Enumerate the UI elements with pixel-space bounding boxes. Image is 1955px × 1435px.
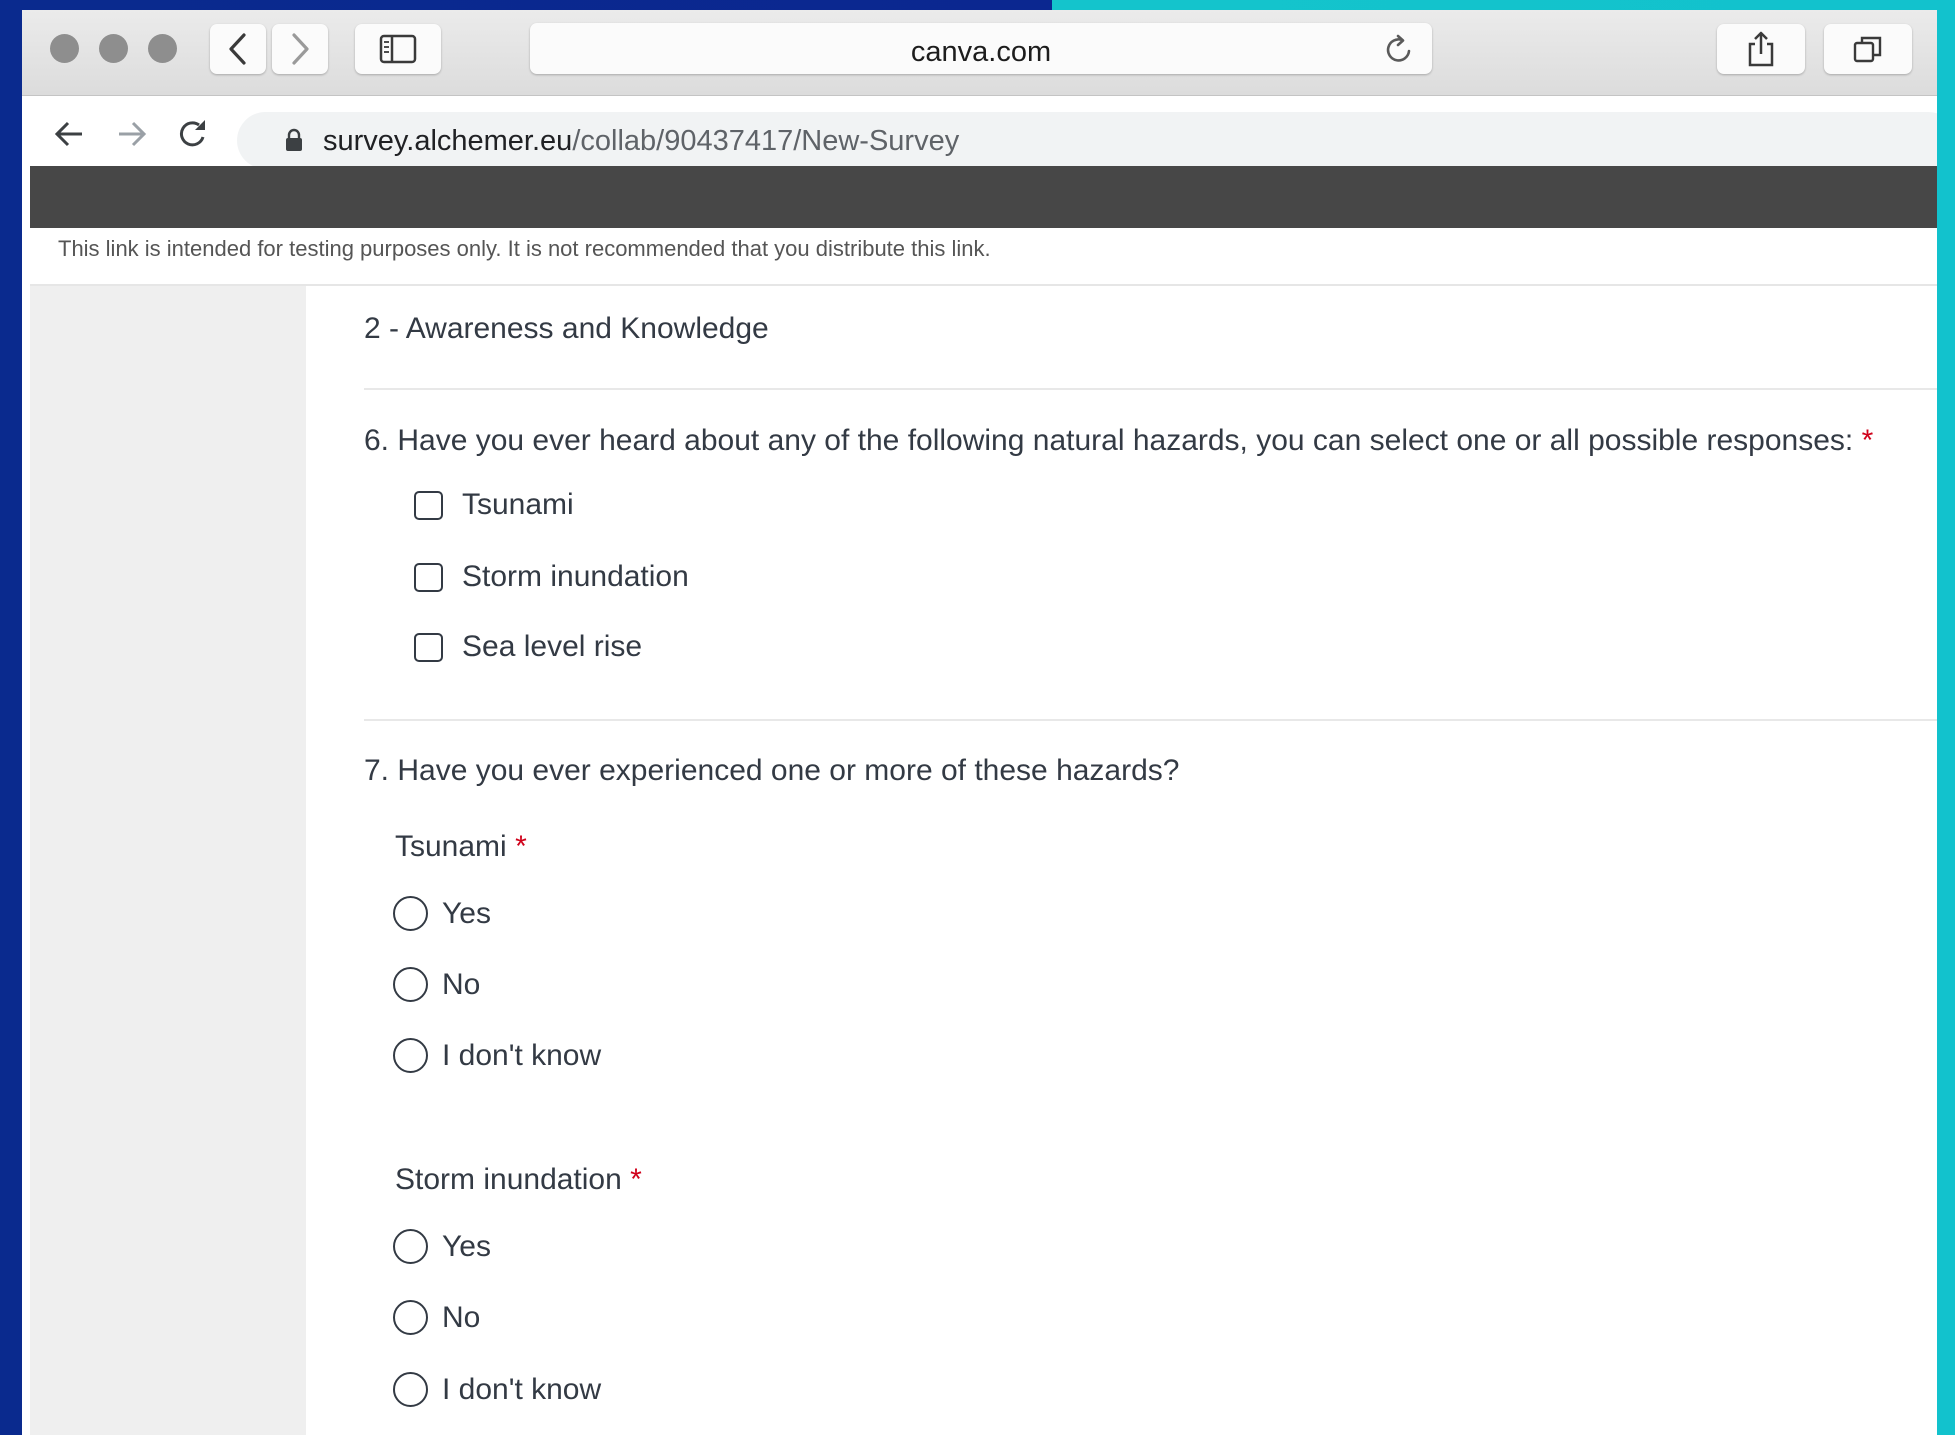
back-arrow-icon[interactable] (52, 116, 88, 152)
survey-content: 2 - Awareness and Knowledge 6. Have you … (364, 286, 1937, 1435)
tabs-icon (1853, 36, 1882, 63)
q7-storm-yes[interactable]: Yes (393, 1229, 491, 1264)
required-marker: * (515, 830, 527, 863)
radio-button[interactable] (393, 1300, 428, 1335)
q7-tsunami-no[interactable]: No (393, 967, 480, 1002)
url-host: survey.alchemer.eu (323, 125, 573, 157)
radio-button[interactable] (393, 1372, 428, 1407)
sidebar-icon (379, 34, 417, 64)
chevron-right-icon (292, 33, 309, 65)
url-path: /collab/90437417/New-Survey (572, 125, 960, 157)
option-label: No (442, 967, 481, 1001)
forward-button[interactable] (272, 24, 328, 74)
required-marker: * (1861, 424, 1874, 457)
title-url-text: canva.com (910, 36, 1052, 68)
option-label: No (442, 1300, 481, 1334)
q7-tsunami-dont-know[interactable]: I don't know (393, 1038, 601, 1073)
refresh-icon[interactable] (175, 116, 211, 152)
q6-option-sea-level-rise[interactable]: Sea level rise (414, 630, 642, 664)
browser-toolbar: survey.alchemer.eu/collab/90437417/New-S… (22, 96, 1937, 176)
title-bar: canva.com (22, 10, 1937, 96)
option-label: Yes (442, 896, 491, 930)
option-label: I don't know (442, 1038, 602, 1072)
q7-tsunami-yes[interactable]: Yes (393, 896, 491, 931)
survey-header-bar (30, 166, 1937, 228)
reload-icon[interactable] (1384, 33, 1414, 65)
share-button[interactable] (1717, 24, 1805, 74)
tabs-button[interactable] (1824, 24, 1912, 74)
q6-option-storm-inundation[interactable]: Storm inundation (414, 560, 689, 594)
zoom-dot-icon[interactable] (148, 34, 177, 63)
required-marker: * (630, 1163, 642, 1196)
option-label: Yes (442, 1229, 491, 1263)
q7-group-storm-inundation-label: Storm inundation * (395, 1163, 642, 1197)
forward-arrow-icon[interactable] (114, 116, 150, 152)
checkbox[interactable] (414, 490, 443, 520)
option-label: Tsunami (462, 488, 574, 521)
option-label: Storm inundation (462, 560, 689, 593)
checkbox[interactable] (414, 562, 443, 592)
url-bar[interactable]: survey.alchemer.eu/collab/90437417/New-S… (237, 112, 1937, 169)
q7-storm-dont-know[interactable]: I don't know (393, 1372, 601, 1407)
section-title: 2 - Awareness and Knowledge (364, 312, 769, 345)
url-text: survey.alchemer.eu/collab/90437417/New-S… (323, 125, 959, 158)
question-6-text: 6. Have you ever heard about any of the … (364, 424, 1854, 457)
left-side-panel (30, 286, 306, 1435)
testing-notice: This link is intended for testing purpos… (58, 236, 991, 261)
section-divider (364, 388, 1937, 390)
radio-button[interactable] (393, 1229, 428, 1264)
lock-icon (286, 128, 302, 151)
q7-storm-no[interactable]: No (393, 1300, 480, 1335)
sidebar-button[interactable] (355, 24, 441, 74)
question-6: 6. Have you ever heard about any of the … (364, 424, 1873, 458)
option-label: Sea level rise (462, 630, 643, 663)
close-dot-icon[interactable] (50, 34, 79, 63)
browser-window: canva.com survey.alchemer.eu/collab/9043… (22, 10, 1937, 1435)
q7-group-tsunami-label: Tsunami * (395, 830, 527, 864)
option-label: I don't know (442, 1372, 602, 1406)
back-button[interactable] (210, 24, 266, 74)
radio-button[interactable] (393, 967, 428, 1002)
q6-option-tsunami[interactable]: Tsunami (414, 488, 574, 522)
group-label-text: Storm inundation (395, 1163, 622, 1196)
radio-button[interactable] (393, 1038, 428, 1073)
group-label-text: Tsunami (395, 830, 507, 863)
checkbox[interactable] (414, 632, 443, 662)
question-divider (364, 719, 1937, 721)
title-address-box[interactable]: canva.com (530, 23, 1432, 74)
share-icon (1748, 31, 1774, 67)
radio-button[interactable] (393, 896, 428, 931)
minimize-dot-icon[interactable] (99, 34, 128, 63)
chevron-left-icon (229, 33, 246, 65)
question-7-text: 7. Have you ever experienced one or more… (364, 754, 1180, 787)
